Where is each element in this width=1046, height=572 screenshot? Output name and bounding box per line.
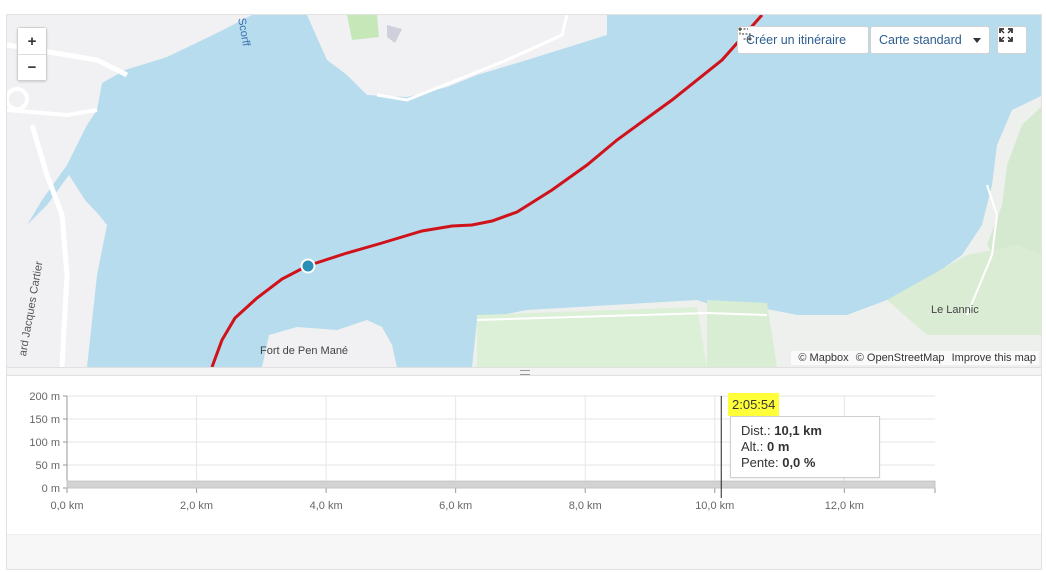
- x-tick-label: 4,0 km: [310, 500, 343, 512]
- fullscreen-button[interactable]: [997, 26, 1027, 54]
- land-fort: [262, 320, 397, 367]
- zoom-control: + −: [17, 27, 47, 81]
- tooltip-alt-value: 0 m: [767, 439, 790, 454]
- y-tick-label: 100 m: [29, 437, 60, 449]
- x-tick-label: 2,0 km: [180, 500, 213, 512]
- elevation-profile[interactable]: 200 m 150 m 100 m 50 m 0 m 0,0 km 2,0 km 4,0 km…: [7, 376, 1041, 534]
- create-route-button[interactable]: Créer un itinéraire: [737, 26, 869, 54]
- field-east-1: [707, 300, 777, 367]
- zoom-out-button[interactable]: −: [18, 54, 46, 80]
- tooltip-dist-value: 10,1 km: [774, 423, 822, 438]
- position-marker[interactable]: [300, 258, 316, 274]
- resize-handle[interactable]: [7, 367, 1041, 376]
- route-icon: [738, 27, 752, 41]
- tooltip-slope-value: 0,0 %: [782, 455, 816, 470]
- x-tick-label: 12,0 km: [825, 500, 864, 512]
- tooltip-alt-label: Alt.:: [741, 439, 764, 454]
- map-canvas: [7, 15, 1041, 367]
- y-tick-label: 150 m: [29, 414, 60, 426]
- y-tick-label: 200 m: [29, 391, 60, 403]
- osm-link[interactable]: © OpenStreetMap: [856, 352, 945, 364]
- cursor-tooltip: Dist.: 10,1 km Alt.: 0 m Pente: 0,0 %: [730, 416, 880, 478]
- cursor-time-badge: 2:05:54: [728, 393, 780, 416]
- zoom-in-button[interactable]: +: [18, 28, 46, 54]
- tooltip-slope-label: Pente:: [741, 455, 779, 470]
- y-tick-label: 50 m: [36, 460, 60, 472]
- map-view[interactable]: Scorff ard Jacques Cartier Fort de Pen M…: [7, 15, 1041, 367]
- panel-footer: [7, 534, 1041, 569]
- map-style-select[interactable]: Carte standard: [870, 26, 990, 54]
- grip-icon: [520, 370, 530, 375]
- expand-icon: [999, 28, 1013, 42]
- create-route-label: Créer un itinéraire: [746, 33, 847, 47]
- map-widget: Scorff ard Jacques Cartier Fort de Pen M…: [6, 14, 1042, 570]
- elevation-chart: 200 m 150 m 100 m 50 m 0 m 0,0 km 2,0 km 4,0 km…: [29, 391, 936, 512]
- label-fort: Fort de Pen Mané: [260, 345, 349, 357]
- map-style-value: Carte standard: [879, 33, 962, 47]
- park-north: [347, 15, 379, 40]
- tooltip-dist-label: Dist.:: [741, 423, 771, 438]
- chevron-down-icon: [973, 37, 981, 43]
- x-tick-label: 8,0 km: [569, 500, 602, 512]
- elevation-area: [66, 480, 936, 489]
- label-lannic: Le Lannic: [931, 304, 979, 316]
- x-tick-label: 10,0 km: [695, 500, 734, 512]
- improve-map-link[interactable]: Improve this map: [952, 352, 1036, 364]
- map-attribution: © Mapbox © OpenStreetMap Improve this ma…: [791, 351, 1039, 365]
- y-tick-label: 0 m: [42, 483, 60, 495]
- x-tick-label: 6,0 km: [439, 500, 472, 512]
- x-tick-label: 0,0 km: [50, 500, 83, 512]
- mapbox-link[interactable]: © Mapbox: [798, 352, 848, 364]
